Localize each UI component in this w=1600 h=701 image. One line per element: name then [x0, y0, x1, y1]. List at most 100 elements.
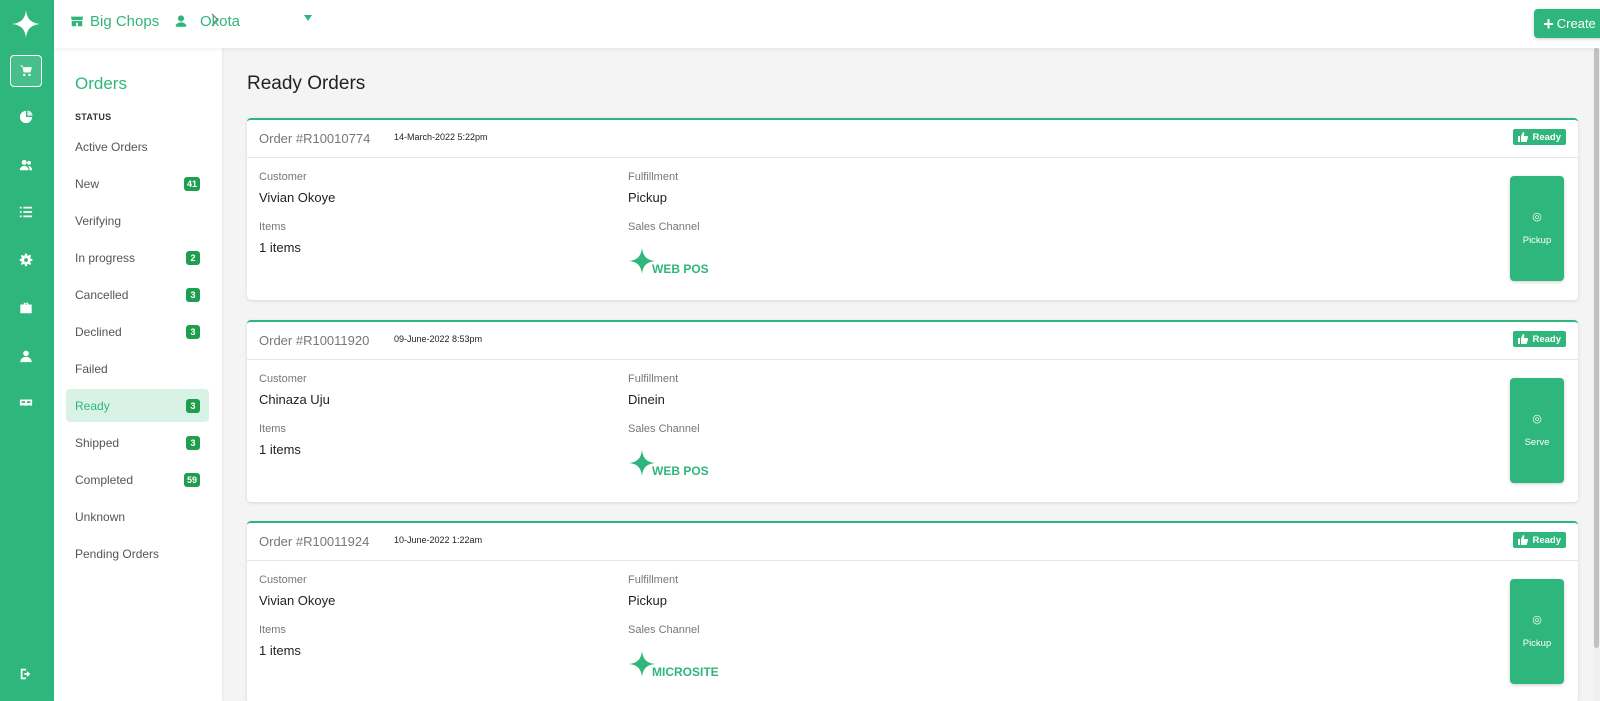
order-number[interactable]: Order #R10010774	[259, 131, 370, 146]
orders-sidebar: Orders STATUS Active Orders New 41 Verify…	[54, 48, 222, 701]
fulfillment-value: Pickup	[628, 190, 668, 205]
fulfillment-value: Dinein	[628, 392, 665, 407]
customer-label: Customer	[259, 574, 307, 586]
order-card: Order #R10011920 09-June-2022 8:53pm Rea…	[247, 320, 1578, 502]
count-badge: 2	[186, 250, 200, 265]
sales-channel-name: MICROSITE	[652, 665, 719, 679]
scrollbar[interactable]	[1593, 48, 1600, 701]
order-number[interactable]: Order #R10011920	[259, 333, 369, 348]
create-order-button[interactable]: + Create order	[1534, 9, 1600, 38]
sidebar-item-cancelled[interactable]: Cancelled 3	[66, 278, 209, 311]
fulfillment-label: Fulfillment	[628, 171, 679, 183]
target-icon: ◎	[1532, 211, 1542, 223]
order-date: 14-March-2022 5:22pm	[394, 132, 488, 142]
top-bar: Big Chops Okota + Create order	[54, 0, 1600, 48]
nav-orders[interactable]	[10, 55, 42, 87]
location-user-icon	[175, 15, 187, 27]
sidebar-item-ready[interactable]: Ready 3	[66, 389, 209, 422]
customer-name: Vivian Okoye	[259, 190, 336, 205]
pie-chart-icon	[19, 110, 33, 124]
items-count: 1 items	[259, 643, 301, 658]
briefcase-icon	[20, 302, 32, 314]
store-name: Big Chops	[90, 12, 160, 30]
fulfillment-label: Fulfillment	[628, 373, 679, 385]
customer-name: Chinaza Uju	[259, 392, 330, 407]
nav-customers[interactable]	[10, 149, 42, 181]
thumbs-up-icon	[1518, 132, 1529, 142]
sales-channel-logo: MICROSITE	[628, 643, 719, 679]
sales-channel-name: WEB POS	[652, 464, 709, 478]
sidebar-item-in-progress[interactable]: In progress 2	[66, 241, 209, 274]
order-card-header: Order #R10011920 09-June-2022 8:53pm Rea…	[247, 322, 1578, 360]
sidebar-item-active-orders[interactable]: Active Orders	[66, 130, 209, 163]
sales-channel-label: Sales Channel	[628, 221, 700, 233]
count-badge: 3	[186, 287, 200, 302]
sidebar-item-pending-orders[interactable]: Pending Orders	[66, 537, 209, 570]
nav-analytics[interactable]	[10, 101, 42, 133]
truck-icon	[19, 399, 33, 408]
nav-logout[interactable]	[10, 658, 42, 690]
sidebar-title: Orders	[75, 74, 127, 93]
items-label: Items	[259, 423, 286, 435]
user-icon	[20, 350, 32, 363]
status-heading: STATUS	[75, 112, 112, 122]
nav-account[interactable]	[10, 340, 42, 372]
logout-icon	[20, 668, 31, 680]
order-card-header: Order #R10010774 14-March-2022 5:22pm Re…	[247, 120, 1578, 158]
target-icon: ◎	[1532, 614, 1542, 626]
breadcrumb-location[interactable]: Okota	[174, 0, 240, 42]
serve-button[interactable]: ◎ Serve	[1510, 378, 1564, 483]
scrollbar-thumb[interactable]	[1594, 48, 1599, 648]
customer-label: Customer	[259, 171, 307, 183]
sidebar-item-unknown[interactable]: Unknown	[66, 500, 209, 533]
status-badge: Ready	[1513, 331, 1566, 347]
nav-delivery[interactable]	[10, 387, 42, 419]
order-date: 09-June-2022 8:53pm	[394, 334, 483, 344]
location-name: Okota	[200, 12, 241, 30]
sidebar-item-shipped[interactable]: Shipped 3	[66, 426, 209, 459]
count-badge: 41	[183, 176, 200, 191]
sidebar-item-completed[interactable]: Completed 59	[66, 463, 209, 496]
sidebar-item-new[interactable]: New 41	[66, 167, 209, 200]
breadcrumb-store[interactable]: Big Chops	[70, 0, 159, 42]
order-card: Order #R10011924 10-June-2022 1:22am Rea…	[247, 521, 1578, 701]
sales-channel-logo: WEB POS	[628, 240, 709, 276]
customer-label: Customer	[259, 373, 307, 385]
sales-channel-logo: WEB POS	[628, 442, 709, 478]
logo-icon[interactable]	[11, 9, 41, 39]
cart-icon	[19, 65, 32, 77]
items-count: 1 items	[259, 240, 301, 255]
nav-list[interactable]	[10, 196, 42, 228]
sidebar-item-verifying[interactable]: Verifying	[66, 204, 209, 237]
sales-channel-label: Sales Channel	[628, 423, 700, 435]
sales-channel-name: WEB POS	[652, 262, 709, 276]
items-count: 1 items	[259, 442, 301, 457]
page-title: Ready Orders	[247, 73, 366, 94]
target-icon: ◎	[1532, 413, 1542, 425]
list-icon	[19, 206, 33, 218]
store-icon	[70, 16, 84, 27]
sidebar-item-failed[interactable]: Failed	[66, 352, 209, 385]
order-card-header: Order #R10011924 10-June-2022 1:22am Rea…	[247, 523, 1578, 561]
count-badge: 3	[186, 398, 200, 413]
count-badge: 3	[186, 324, 200, 339]
nav-settings[interactable]	[10, 244, 42, 276]
order-card: Order #R10010774 14-March-2022 5:22pm Re…	[247, 118, 1578, 300]
pickup-button[interactable]: ◎ Pickup	[1510, 176, 1564, 281]
fulfillment-label: Fulfillment	[628, 574, 679, 586]
app-rail	[0, 0, 54, 701]
fulfillment-value: Pickup	[628, 593, 668, 608]
count-badge: 59	[183, 472, 200, 487]
order-number[interactable]: Order #R10011924	[259, 534, 369, 549]
thumbs-up-icon	[1518, 535, 1529, 545]
sidebar-item-declined[interactable]: Declined 3	[66, 315, 209, 348]
plus-icon: +	[1543, 13, 1554, 34]
items-label: Items	[259, 624, 286, 636]
nav-business[interactable]	[10, 292, 42, 324]
gear-icon	[19, 253, 33, 267]
chevron-down-icon[interactable]	[304, 15, 312, 21]
pickup-button[interactable]: ◎ Pickup	[1510, 579, 1564, 684]
order-date: 10-June-2022 1:22am	[394, 535, 483, 545]
count-badge: 3	[186, 435, 200, 450]
items-label: Items	[259, 221, 286, 233]
